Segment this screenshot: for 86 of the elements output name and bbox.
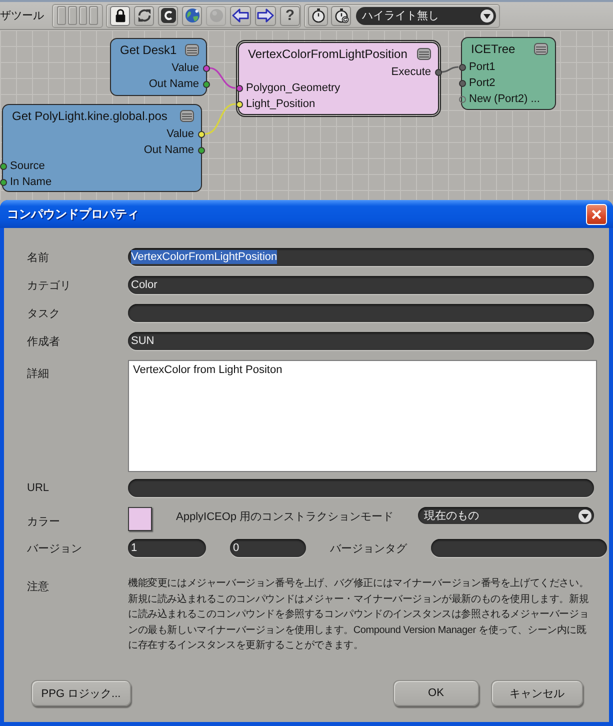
text-field[interactable]: Color [128,276,594,294]
graph-node[interactable]: ICETree Port1 Port2 New (Port2) ... [461,37,556,110]
field-label: タスク [27,306,61,320]
caret-icon [480,8,494,22]
field-label: URL [27,482,50,494]
node-title: VertexColorFromLightPosition [248,46,408,60]
port-label: Value [172,62,199,74]
port-icon[interactable] [202,80,210,88]
text-field[interactable] [431,539,607,557]
node-title: Get Desk1 [120,42,177,56]
graph-node[interactable]: VertexColorFromLightPosition Execute Polygon_Geometry Light_Position [236,40,441,117]
timer-button[interactable] [308,6,328,26]
c-button[interactable] [158,6,178,26]
right-arrow-icon [257,8,274,23]
globe-button[interactable] [182,6,202,26]
graph-node[interactable]: Get PolyLight.kine.global.pos Value Out Name Source In Name [2,104,202,192]
field-label: ApplyICEOp 用のコンストラクションモード [176,510,394,524]
graph-node[interactable]: Get Desk1 Value Out Name [110,38,207,96]
port-icon[interactable] [458,80,466,86]
menu-icon[interactable] [417,48,431,60]
note-text: 機能変更にはメジャーバージョン番号を上げ、バグ修正にはマイナーバージョン番号を上げてください。新規に読み込まれるこのコンパウンドはメジャー・マイナーバージョンが最新のものを使用します。新規に読み込まれるこのコンパウンドを参照するコンパウンドのインスタンスは参照されるメジャーバージョンの最も新しいマイナーバージョンを使用します。Compound Version Manager を使って、シーン内に既に存在するインスタンスを更新することができます。 [128,576,590,654]
sphere-icon [208,8,224,23]
stopwatch-icon [310,8,326,23]
menu-icon[interactable] [180,110,194,122]
refresh-icon [136,8,152,23]
port-label: Light_Position [246,98,316,110]
c-mark-icon [160,8,176,23]
node-title: Get PolyLight.kine.global.pos [12,108,168,122]
port-label: Value [166,128,194,140]
left-arrow-icon [232,8,249,23]
port-icon[interactable] [236,100,242,108]
mode-dropdown[interactable]: 現在のもの [418,507,594,524]
dialog-button[interactable]: OK [393,680,479,706]
port-icon[interactable] [434,68,442,76]
lock-button[interactable] [110,6,130,26]
menu-icon[interactable] [185,44,199,56]
port-icon[interactable] [198,130,204,138]
dialog-title: コンパウンドプロパティ [7,206,139,222]
text-field[interactable]: 0 [230,539,306,557]
field-label: バージョンタグ [330,542,407,556]
field-label: 名前 [27,250,50,264]
globe-icon [184,8,200,23]
back-button[interactable] [230,6,251,26]
port-label: Source [10,160,45,172]
port-label: New (Port2) ... [469,93,540,105]
toolbar-label: ザツール [0,9,45,23]
port-label: Execute [391,66,431,78]
field-label: 注意 [27,580,50,594]
text-field[interactable]: 1 [128,539,206,557]
port-icon[interactable] [0,162,6,170]
timer-button[interactable] [331,6,351,26]
refresh-button[interactable] [134,6,154,26]
port-label: Port2 [469,77,496,89]
node-title: ICETree [471,42,516,56]
text-field[interactable] [128,304,594,322]
field-label: カテゴリ [27,278,72,292]
port-icon[interactable] [236,84,242,92]
port-icon[interactable] [458,64,466,70]
port-label: Polygon_Geometry [246,82,340,94]
swatch-icon[interactable] [128,507,152,531]
field-label: カラー [27,515,61,529]
port-label: Port1 [469,61,496,73]
port-label: Out Name [144,144,194,156]
port-label: In Name [10,176,52,188]
help-button[interactable]: ? [280,6,300,26]
dialog-button[interactable]: PPG ロジック... [31,680,131,706]
stopwatch-reset-icon [334,8,348,23]
port-label: Out Name [148,78,199,90]
port-icon[interactable] [198,146,204,154]
text-area[interactable]: VertexColor from Light Positon [128,360,597,472]
forward-button[interactable] [255,6,276,26]
text-field[interactable]: SUN [128,332,594,350]
highlight-dropdown[interactable]: ハイライト無し [356,6,496,24]
port-icon[interactable] [202,64,210,72]
dialog-button[interactable]: キャンセル [491,680,583,706]
text-field[interactable] [128,479,594,497]
field-label: バージョン [27,542,83,556]
close-button[interactable] [586,204,607,224]
field-label: 詳細 [27,367,50,381]
port-icon[interactable] [458,96,466,102]
field-label: 作成者 [27,334,61,348]
port-icon[interactable] [0,178,6,186]
caret-icon [578,508,592,522]
text-field[interactable]: VertexColorFromLightPosition [128,248,594,266]
close-icon [591,208,602,220]
menu-icon[interactable] [534,42,548,54]
